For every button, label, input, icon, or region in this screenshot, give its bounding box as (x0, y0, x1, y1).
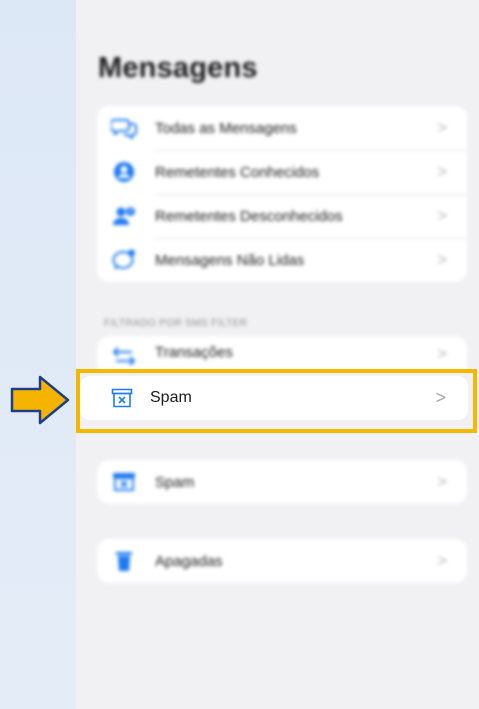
row-label: Todas as Mensagens (155, 119, 297, 137)
row-unread-messages[interactable]: Mensagens Não Lidas > (97, 238, 467, 282)
spam-tray-icon (111, 469, 137, 495)
row-spam[interactable]: Spam > (97, 460, 467, 504)
chevron-right-icon: > (437, 250, 447, 269)
svg-text:?: ? (128, 208, 132, 217)
chevron-right-icon: > (437, 118, 447, 137)
chevron-right-icon: > (437, 344, 447, 363)
unread-bubble-icon (111, 247, 137, 273)
chevron-right-icon: > (437, 206, 447, 225)
background-left (0, 0, 76, 709)
row-unknown-senders[interactable]: ? Remetentes Desconhecidos > (97, 194, 467, 238)
row-label: Spam (155, 473, 195, 491)
row-label: Remetentes Desconhecidos (155, 207, 343, 225)
trash-icon (111, 548, 137, 574)
chevron-right-icon: > (437, 472, 447, 491)
row-label: Apagadas (155, 552, 223, 570)
page-title: Mensagens (98, 52, 258, 84)
row-known-senders[interactable]: Remetentes Conhecidos > (97, 150, 467, 194)
pointer-arrow-icon (10, 375, 70, 425)
highlight-box (76, 369, 477, 433)
row-deleted[interactable]: Apagadas > (97, 539, 467, 583)
person-question-icon: ? (111, 203, 137, 229)
person-circle-icon (111, 159, 137, 185)
spam-group: Spam > (97, 460, 467, 504)
transfer-arrows-icon (111, 344, 137, 370)
deleted-group: Apagadas > (97, 539, 467, 583)
filtered-group: Transações > (97, 336, 467, 370)
chevron-right-icon: > (437, 162, 447, 181)
chevron-right-icon: > (437, 551, 447, 570)
row-transactions[interactable]: Transações > (97, 336, 467, 370)
chat-bubbles-icon (111, 115, 137, 141)
row-label: Remetentes Conhecidos (155, 163, 320, 181)
row-all-messages[interactable]: Todas as Mensagens > (97, 106, 467, 150)
row-label: Mensagens Não Lidas (155, 251, 305, 269)
section-header: FILTRADO POR SMS FILTER (104, 318, 248, 329)
row-label: Transações (155, 344, 233, 361)
messages-filter-group: Todas as Mensagens > Remetentes Conhecid… (97, 106, 467, 282)
